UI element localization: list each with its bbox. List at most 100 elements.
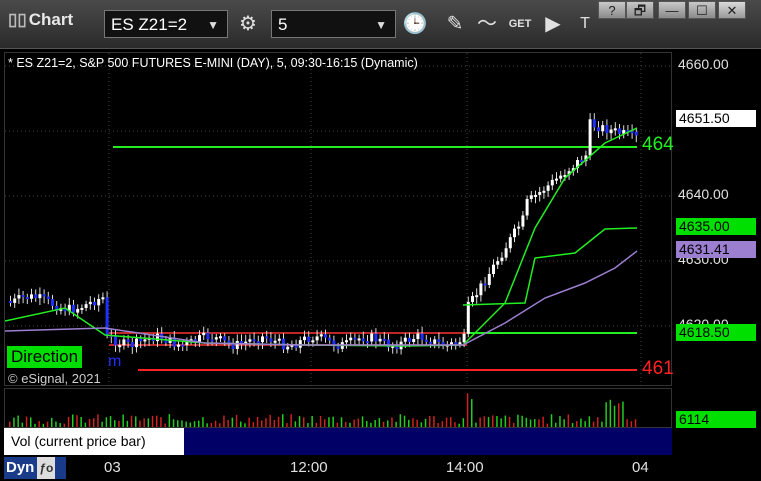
volume-bar (496, 416, 498, 427)
text-tool-icon[interactable]: T (570, 10, 600, 38)
symbol-combo[interactable]: ES Z21=2 ▼ (104, 10, 228, 38)
volume-bar (214, 420, 217, 427)
volume-bar (265, 418, 267, 427)
interval-combo[interactable]: 5 ▼ (271, 10, 396, 38)
candle (534, 194, 537, 197)
candle (336, 346, 340, 349)
candle (538, 192, 542, 195)
candle (500, 257, 504, 262)
candle (88, 301, 92, 305)
candle (634, 131, 638, 136)
volume-bar (126, 420, 129, 427)
volume-bar (353, 419, 355, 427)
volume-bar (479, 417, 481, 427)
play-icon[interactable]: ▶ (538, 10, 568, 38)
volume-bar (412, 418, 414, 427)
volume-bar (181, 420, 183, 427)
volume-bar (198, 420, 200, 427)
volume-bar (634, 419, 637, 427)
volume-bar (88, 418, 91, 427)
candle (97, 299, 101, 306)
volume-bar (538, 419, 540, 427)
candle (93, 301, 96, 306)
candle (466, 301, 470, 334)
candle (504, 248, 508, 258)
dyn-label: Dyn (6, 459, 35, 476)
volume-bar (59, 423, 61, 427)
volume-bar (114, 420, 116, 427)
volume-bar (609, 399, 612, 427)
volume-bar (101, 421, 103, 427)
candle (277, 338, 281, 341)
volume-bar (559, 416, 561, 427)
volume-bar (277, 416, 280, 427)
volume-bar (252, 422, 255, 427)
candle (34, 294, 38, 299)
volume-bar (613, 405, 616, 427)
chevron-down-icon[interactable]: ▼ (375, 11, 387, 39)
minimize-icon: — (665, 3, 679, 18)
candle (307, 336, 311, 342)
study-icon[interactable]: 〜 (472, 10, 502, 38)
volume-bar (361, 416, 364, 427)
clock-icon[interactable]: 🕒 (400, 10, 430, 38)
volume-bar (525, 417, 528, 427)
volume-bar (315, 422, 318, 427)
volume-bar (67, 416, 70, 427)
candle (479, 283, 483, 296)
candle (9, 301, 12, 303)
minimize-button[interactable]: — (658, 1, 686, 19)
grip-icon[interactable]: ▯▯ (8, 10, 27, 29)
volume-bar (319, 415, 322, 427)
volume-bar (105, 417, 108, 427)
price-chart-svg (4, 53, 673, 387)
help-label: ? (608, 3, 616, 18)
get-button[interactable]: GET (505, 10, 535, 38)
volume-bar (80, 416, 82, 427)
settings-gear-icon[interactable]: ⚙ (233, 10, 263, 38)
volume-bar (21, 422, 24, 427)
candle (269, 338, 273, 342)
volume-bar (143, 418, 145, 427)
volume-bar (156, 415, 158, 427)
volume-bar (521, 415, 523, 427)
maximize-button[interactable]: ☐ (688, 1, 716, 19)
volume-bar (63, 423, 66, 427)
dynamic-button[interactable]: Dyn ƒo (4, 457, 66, 479)
candle (529, 195, 533, 199)
volume-bar (597, 417, 599, 427)
candle (30, 294, 33, 299)
chevron-down-icon[interactable]: ▼ (207, 11, 219, 39)
close-button[interactable]: ✕ (718, 1, 746, 19)
volume-pane[interactable] (4, 388, 672, 428)
volume-bar (378, 418, 381, 427)
pencil-icon[interactable]: ✎ (440, 10, 470, 38)
candle (546, 185, 550, 191)
volume-bar (147, 418, 150, 427)
help-button[interactable]: ? (598, 1, 626, 19)
candle (433, 339, 437, 344)
candle (366, 341, 369, 344)
volume-bar (261, 420, 263, 427)
candle (235, 341, 239, 349)
restore-button[interactable]: 🗗 (626, 1, 654, 19)
price-chart[interactable] (4, 52, 673, 387)
candle (261, 336, 264, 343)
app-title: ▯▯ Chart (8, 10, 73, 30)
volume-bar (42, 423, 45, 427)
volume-bar (445, 417, 448, 427)
volume-close-button[interactable]: × (170, 426, 177, 440)
volume-bar (231, 417, 234, 427)
volume-bar (97, 414, 99, 427)
volume-bar (366, 421, 368, 427)
volume-bar (189, 422, 192, 427)
candle (25, 297, 29, 300)
candle (202, 332, 206, 336)
volume-bar (529, 419, 532, 427)
candle (403, 337, 407, 342)
volume-bar (9, 421, 11, 427)
volume-bar (408, 419, 410, 427)
candle (303, 336, 306, 341)
volume-bar (357, 418, 360, 427)
candle (38, 294, 42, 299)
